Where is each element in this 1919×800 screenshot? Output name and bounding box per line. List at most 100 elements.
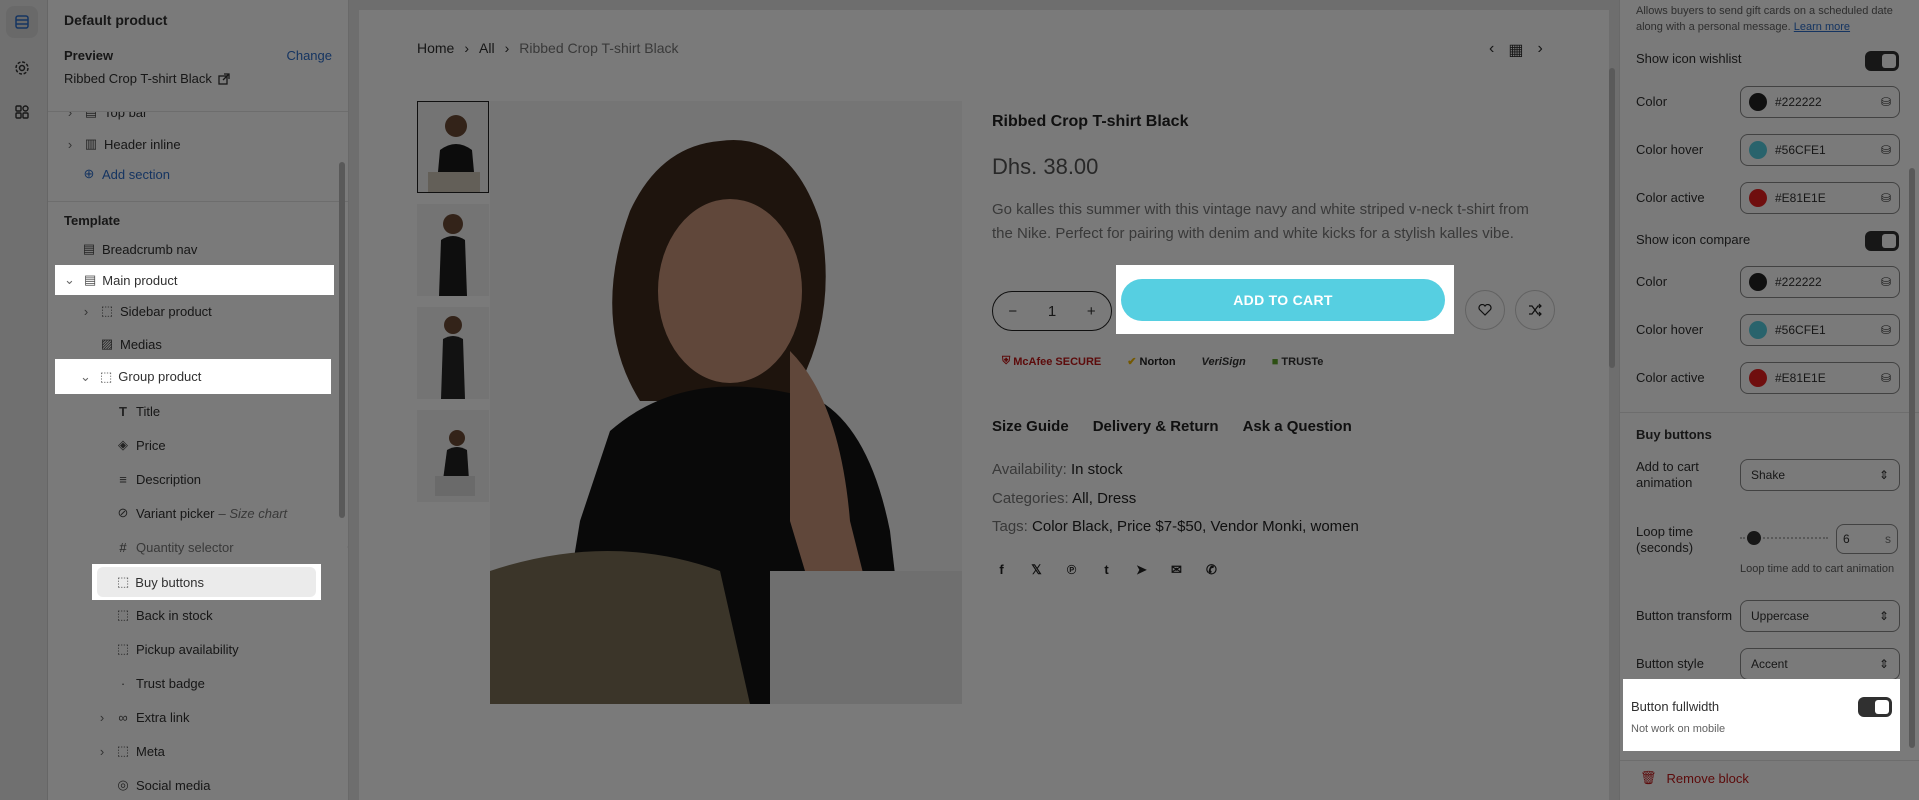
color-value[interactable]: #56CFE1 xyxy=(1775,323,1873,337)
database-icon[interactable]: ⛁ xyxy=(1881,143,1891,157)
product-thumbnail[interactable] xyxy=(417,410,489,502)
color-picker-field[interactable]: #E81E1E ⛁ xyxy=(1740,182,1900,214)
database-icon[interactable]: ⛁ xyxy=(1881,323,1891,337)
sidebar-item-variant-picker[interactable]: ⊘ Variant picker – Size chart xyxy=(116,498,288,528)
color-picker-field[interactable]: #56CFE1 ⛁ xyxy=(1740,314,1900,346)
sidebar-item-extra-link[interactable]: › ∞ Extra link xyxy=(96,702,190,732)
highlight-main-product[interactable]: ⌄ ▤ Main product xyxy=(55,265,334,295)
loop-time-slider[interactable] xyxy=(1740,531,1828,545)
color-value[interactable]: #222222 xyxy=(1775,275,1873,289)
sidebar-item-description[interactable]: ≡ Description xyxy=(116,464,201,494)
chevron-down-icon[interactable]: ⌄ xyxy=(64,272,76,288)
color-value[interactable]: #56CFE1 xyxy=(1775,143,1873,157)
sidebar-item-title[interactable]: T Title xyxy=(116,396,160,426)
size-guide-link[interactable]: Size Guide xyxy=(992,418,1069,435)
color-swatch[interactable] xyxy=(1749,273,1767,291)
sidebar-item-meta[interactable]: › ⬚ Meta xyxy=(96,736,165,766)
color-swatch[interactable] xyxy=(1749,321,1767,339)
sidebar-item-trust-badge[interactable]: · Trust badge xyxy=(116,668,205,698)
ask-question-link[interactable]: Ask a Question xyxy=(1243,418,1352,435)
telegram-icon[interactable]: ➤ xyxy=(1132,560,1151,579)
whatsapp-icon[interactable]: ✆ xyxy=(1202,560,1221,579)
fullwidth-toggle[interactable] xyxy=(1858,697,1892,717)
tags-value[interactable]: Color Black, Price $7-$50, Vendor Monki,… xyxy=(1032,518,1359,535)
slider-handle[interactable] xyxy=(1747,531,1762,545)
chevron-right-icon[interactable]: › xyxy=(80,304,92,319)
categories-value[interactable]: All, Dress xyxy=(1072,490,1136,507)
compare-toggle[interactable] xyxy=(1865,231,1899,251)
x-icon[interactable]: 𝕏 xyxy=(1027,560,1046,579)
chevron-right-icon[interactable]: › xyxy=(96,710,108,725)
button-style-select[interactable]: Accent ⇕ xyxy=(1740,648,1900,680)
tumblr-icon[interactable]: t xyxy=(1097,560,1116,579)
email-icon[interactable]: ✉ xyxy=(1167,560,1186,579)
sidebar-item-pickup-availability[interactable]: ⬚ Pickup availability xyxy=(116,634,239,664)
color-value[interactable]: #E81E1E xyxy=(1775,371,1873,385)
breadcrumb-home[interactable]: Home xyxy=(417,40,454,56)
pinterest-icon[interactable]: ℗ xyxy=(1062,560,1081,579)
wishlist-button[interactable] xyxy=(1465,290,1505,330)
highlight-buy-buttons[interactable]: ⬚ Buy buttons xyxy=(92,564,321,600)
plus-icon[interactable]: + xyxy=(1087,303,1096,320)
database-icon[interactable]: ⛁ xyxy=(1881,275,1891,289)
highlight-group-product[interactable]: ⌄ ⬚ Group product xyxy=(55,359,331,394)
add-to-cart-button[interactable]: ADD TO CART xyxy=(1121,279,1445,321)
change-preview-link[interactable]: Change xyxy=(286,48,332,63)
sidebar-item-price[interactable]: ◈ Price xyxy=(116,430,166,460)
loop-time-value[interactable]: 6 xyxy=(1843,532,1850,546)
wishlist-toggle[interactable] xyxy=(1865,51,1899,71)
product-thumbnail[interactable] xyxy=(417,307,489,399)
color-value[interactable]: #E81E1E xyxy=(1775,191,1873,205)
database-icon[interactable]: ⛁ xyxy=(1881,371,1891,385)
product-main-image[interactable] xyxy=(490,101,962,704)
sidebar-item-medias[interactable]: ▨ Medias xyxy=(100,329,162,359)
loop-time-input[interactable]: 6 s xyxy=(1836,524,1898,554)
chevron-right-icon[interactable]: › xyxy=(96,744,108,759)
quantity-value[interactable]: 1 xyxy=(1048,303,1056,320)
sidebar-item-social-media[interactable]: ◎ Social media xyxy=(116,770,210,800)
minus-icon[interactable]: − xyxy=(1008,303,1017,320)
color-value[interactable]: #222222 xyxy=(1775,95,1873,109)
compare-button[interactable] xyxy=(1515,290,1555,330)
learn-more-link[interactable]: Learn more xyxy=(1794,21,1850,33)
sidebar-item-header-inline[interactable]: › ▥ Header inline xyxy=(64,129,181,159)
facebook-icon[interactable]: f xyxy=(992,560,1011,579)
preview-product[interactable]: Ribbed Crop T-shirt Black xyxy=(64,71,332,86)
animation-select[interactable]: Shake ⇕ xyxy=(1740,459,1900,491)
remove-block-button[interactable]: 🗑 Remove block xyxy=(1640,770,1749,786)
wishlist-toggle-label: Show icon wishlist xyxy=(1636,51,1742,66)
chevron-left-icon[interactable]: ‹ xyxy=(1489,40,1494,60)
color-swatch[interactable] xyxy=(1749,93,1767,111)
database-icon[interactable]: ⛁ xyxy=(1881,191,1891,205)
add-section-button[interactable]: ⊕ Add section xyxy=(82,159,170,189)
settings-scrollbar[interactable] xyxy=(1909,168,1915,748)
chevron-right-icon[interactable]: › xyxy=(64,137,76,152)
sidebar-item-sidebar-product[interactable]: › ⬚ Sidebar product xyxy=(80,296,212,326)
transform-select[interactable]: Uppercase ⇕ xyxy=(1740,600,1900,632)
sections-icon[interactable] xyxy=(6,6,38,38)
sidebar-item-quantity-selector[interactable]: # Quantity selector xyxy=(116,532,348,562)
product-thumbnail[interactable] xyxy=(417,204,489,296)
product-thumbnail[interactable] xyxy=(417,101,489,193)
color-swatch[interactable] xyxy=(1749,189,1767,207)
color-picker-field[interactable]: #222222 ⛁ xyxy=(1740,86,1900,118)
color-picker-field[interactable]: #222222 ⛁ xyxy=(1740,266,1900,298)
color-picker-field[interactable]: #56CFE1 ⛁ xyxy=(1740,134,1900,166)
chevron-down-icon[interactable]: ⌄ xyxy=(80,369,92,385)
chevron-right-icon[interactable]: › xyxy=(1537,40,1542,60)
sidebar-scrollbar[interactable] xyxy=(339,162,345,518)
gear-icon[interactable] xyxy=(6,52,38,84)
loop-time-unit: s xyxy=(1885,532,1891,546)
external-link-icon[interactable] xyxy=(218,72,230,85)
database-icon[interactable]: ⛁ xyxy=(1881,95,1891,109)
grid-icon[interactable]: ▦ xyxy=(1508,40,1523,60)
sidebar-item-breadcrumb-nav[interactable]: ▤ Breadcrumb nav xyxy=(82,234,198,264)
delivery-return-link[interactable]: Delivery & Return xyxy=(1093,418,1219,435)
sidebar-item-back-in-stock[interactable]: ⬚ Back in stock xyxy=(116,600,213,630)
color-swatch[interactable] xyxy=(1749,141,1767,159)
preview-scrollbar[interactable] xyxy=(1609,68,1615,368)
breadcrumb-all[interactable]: All xyxy=(479,40,495,56)
color-swatch[interactable] xyxy=(1749,369,1767,387)
color-picker-field[interactable]: #E81E1E ⛁ xyxy=(1740,362,1900,394)
apps-icon[interactable] xyxy=(6,96,38,128)
